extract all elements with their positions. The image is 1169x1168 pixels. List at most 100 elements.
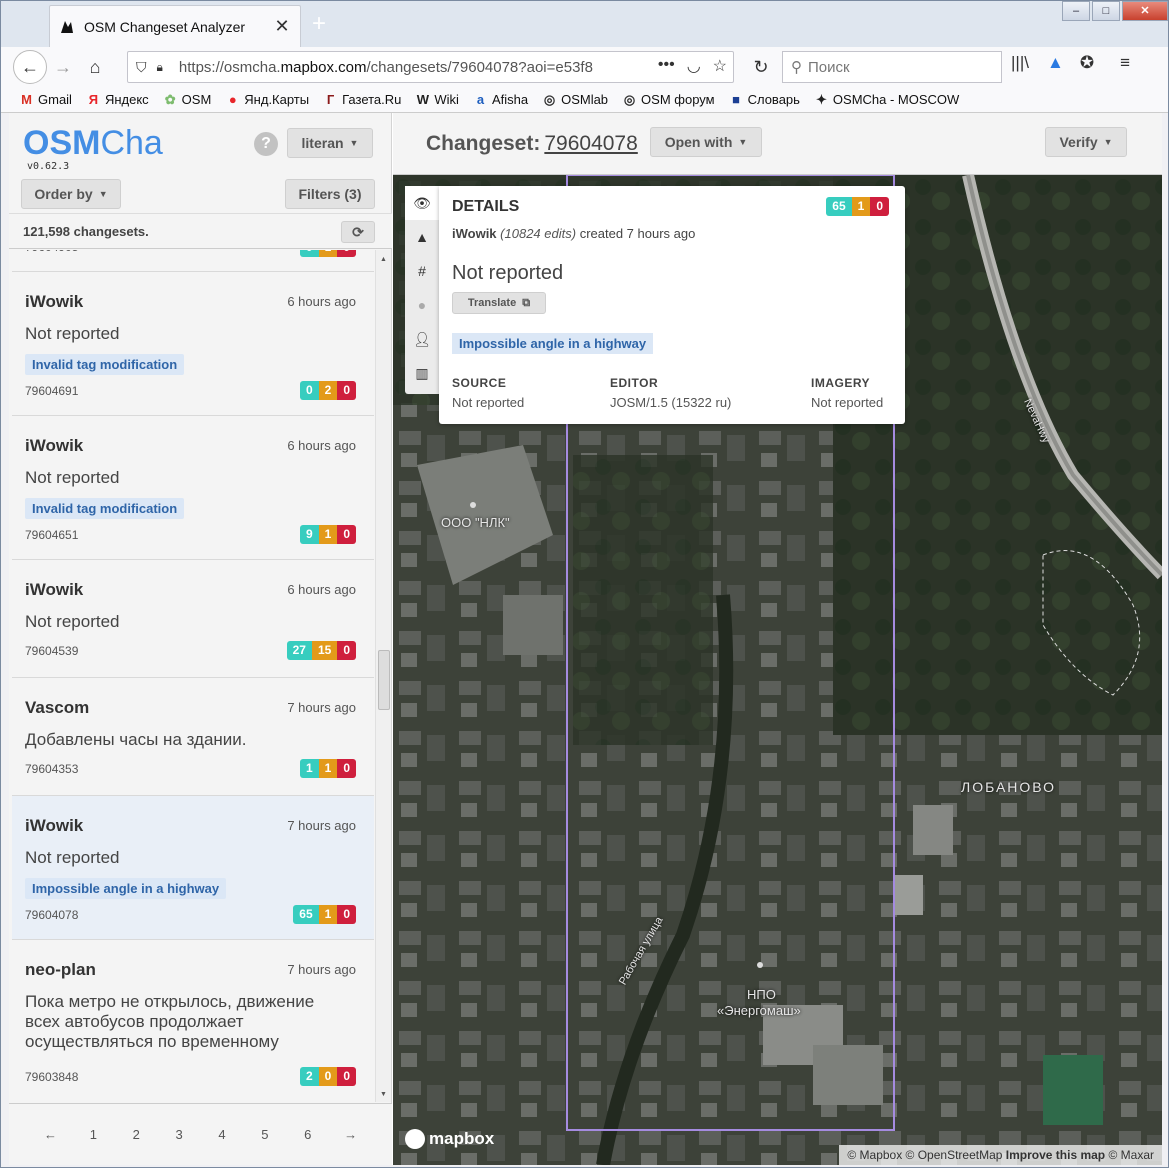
refresh-icon[interactable]: ⟳: [341, 221, 375, 243]
maximize-icon[interactable]: □: [1092, 1, 1120, 21]
change-badges: 910: [299, 525, 356, 544]
bookmark-item[interactable]: ● Янд.Карты: [225, 92, 309, 107]
close-window-icon[interactable]: ✕: [1122, 1, 1168, 21]
bookmark-label: Afisha: [491, 92, 529, 107]
page-number[interactable]: 4: [207, 1127, 237, 1142]
scroll-up-icon[interactable]: ▲: [380, 256, 387, 263]
page-number[interactable]: 3: [164, 1127, 194, 1142]
bookmark-label: Янд.Карты: [244, 92, 310, 107]
help-icon[interactable]: ?: [254, 132, 278, 156]
changeset-list-item[interactable]: iWowik 6 hours ago Not reported Invalid tag…: [12, 272, 374, 416]
bookmark-label: Wiki: [434, 92, 459, 107]
bookmark-item[interactable]: ◎ OSMlab: [542, 92, 608, 107]
user-menu-button[interactable]: literan ▼: [287, 128, 373, 158]
map-label-energomash: «Энергомаш»: [717, 1003, 801, 1018]
bookmark-item[interactable]: Г Газета.Ru: [323, 92, 401, 107]
user-icon[interactable]: 👤︎: [405, 322, 439, 356]
bookmark-favicon-icon: ■: [732, 92, 740, 107]
pocket-icon[interactable]: ◡: [687, 56, 701, 76]
library-icon[interactable]: |||\: [1011, 53, 1029, 73]
bookmark-favicon-icon: Г: [326, 92, 335, 107]
back-arrow-icon[interactable]: ←: [13, 50, 47, 84]
bookmark-item[interactable]: M Gmail: [19, 92, 72, 107]
filters-button[interactable]: Filters (3): [285, 179, 375, 209]
changeset-list-item[interactable]: iWowik 7 hours ago Not reported Impossible …: [12, 796, 374, 940]
warning-icon[interactable]: ▲: [405, 220, 439, 254]
bookmark-item[interactable]: ■ Словарь: [729, 92, 800, 107]
bookmark-item[interactable]: ◎ OSM форум: [622, 92, 715, 107]
bookmark-star-icon[interactable]: ☆: [713, 56, 727, 76]
osmcha-app: OSMCha v0.62.3 ? literan ▼ Order by ▼ Filt…: [9, 113, 1162, 1165]
next-page-icon[interactable]: →: [336, 1127, 366, 1142]
url-text[interactable]: https://osmcha.mapbox.com/changesets/796…: [179, 59, 619, 76]
mapbox-logo[interactable]: mapbox: [405, 1129, 494, 1149]
scroll-down-icon[interactable]: ▼: [380, 1091, 387, 1098]
details-subtitle: iWowik (10824 edits) created 7 hours ago: [452, 226, 696, 241]
order-by-button[interactable]: Order by ▼: [21, 179, 121, 209]
prev-page-icon[interactable]: ←: [35, 1127, 65, 1142]
bookmark-item[interactable]: ✿ OSM: [163, 92, 212, 107]
changeset-user: iWowik: [25, 292, 84, 311]
list-item[interactable]: 79604905 010: [12, 250, 374, 272]
bookmark-item[interactable]: a Afisha: [473, 92, 528, 107]
shield-icon[interactable]: ⛉: [136, 59, 147, 76]
osmcha-logo[interactable]: OSMCha v0.62.3: [23, 125, 163, 172]
improve-map-link[interactable]: Improve this map: [1006, 1148, 1105, 1162]
changeset-comment: Добавлены часы на здании.: [25, 730, 247, 749]
more-actions-icon[interactable]: •••: [658, 56, 675, 76]
hashtag-icon[interactable]: #: [405, 254, 439, 288]
map-icon[interactable]: ▥: [405, 356, 439, 390]
modified-count: 1: [318, 759, 338, 778]
browser-tab[interactable]: OSM Changeset Analyzer ✕: [49, 5, 301, 47]
url-bar[interactable]: ⛉ 🔒︎ https://osmcha.mapbox.com/changeset…: [127, 51, 734, 83]
bookmark-label: OSMCha - MOSCOW: [832, 92, 960, 107]
bookmark-label: Газета.Ru: [342, 92, 402, 107]
bookmark-item[interactable]: ✦ OSMCha - MOSCOW: [814, 92, 959, 107]
bookmark-favicon-icon: M: [21, 92, 32, 107]
close-tab-icon[interactable]: ✕: [272, 16, 292, 37]
comment-icon[interactable]: ●: [405, 288, 439, 322]
details-user-link[interactable]: iWowik: [452, 226, 497, 241]
bookmark-favicon-icon: Я: [88, 92, 99, 107]
eye-icon[interactable]: 👁︎: [405, 186, 439, 220]
bookmarks-bar: M Gmail Я Яндекс ✿ OSM ● Янд.Карты Г Газета.Ru W Wi…: [1, 87, 1168, 113]
changeset-time: 7 hours ago: [287, 962, 356, 977]
scroll-thumb[interactable]: [378, 650, 390, 710]
home-icon[interactable]: ⌂: [79, 51, 111, 83]
page-number[interactable]: 6: [293, 1127, 323, 1142]
changeset-number-link[interactable]: 79604078: [544, 132, 637, 155]
ublock-icon[interactable]: ✪: [1080, 53, 1094, 73]
changeset-list-item[interactable]: iWowik 6 hours ago Not reported 79604539 27 1…: [12, 560, 374, 678]
page-number[interactable]: 2: [121, 1127, 151, 1142]
minimize-icon[interactable]: –: [1062, 1, 1090, 21]
changeset-list-item[interactable]: iWowik 6 hours ago Not reported Invalid tag…: [12, 416, 374, 560]
changeset-time: 7 hours ago: [287, 818, 356, 833]
verify-button[interactable]: Verify ▼: [1045, 127, 1127, 157]
bookmark-favicon-icon: ✦: [815, 92, 827, 107]
changeset-id: 79604905: [25, 250, 78, 254]
search-input[interactable]: ⚲ Поиск: [782, 51, 1002, 83]
lock-icon[interactable]: 🔒︎: [157, 60, 163, 75]
details-title: DETAILS: [452, 198, 520, 215]
page-number[interactable]: 5: [250, 1127, 280, 1142]
modified-count: 1: [318, 525, 338, 544]
new-tab-icon[interactable]: +: [305, 11, 333, 39]
extension-icon[interactable]: ▲: [1047, 53, 1064, 73]
sidebar-scrollbar[interactable]: ▲ ▼: [375, 250, 391, 1102]
bookmark-item[interactable]: W Wiki: [415, 92, 459, 107]
bookmark-label: Gmail: [38, 92, 72, 107]
bookmark-label: Яндекс: [104, 92, 149, 107]
modified-count: 1: [318, 905, 338, 924]
page-number[interactable]: 1: [78, 1127, 108, 1142]
changeset-list-item[interactable]: Vascom 7 hours ago Добавлены часы на здани…: [12, 678, 374, 796]
reload-icon[interactable]: ↻: [745, 51, 777, 83]
changeset-list-item[interactable]: neo-plan 7 hours ago Пока метро не открыло…: [12, 940, 374, 1102]
changeset-comment: Not reported: [25, 468, 120, 487]
translate-button[interactable]: Translate ⧉: [452, 292, 546, 314]
menu-icon[interactable]: ≡: [1120, 53, 1130, 73]
changeset-tag: Invalid tag modification: [25, 498, 185, 519]
forward-arrow-icon[interactable]: →: [47, 51, 79, 83]
bookmark-item[interactable]: Я Яндекс: [86, 92, 149, 107]
open-with-button[interactable]: Open with ▼: [650, 127, 762, 157]
pagination: ← 1 2 3 4 5 6 →: [9, 1103, 392, 1165]
